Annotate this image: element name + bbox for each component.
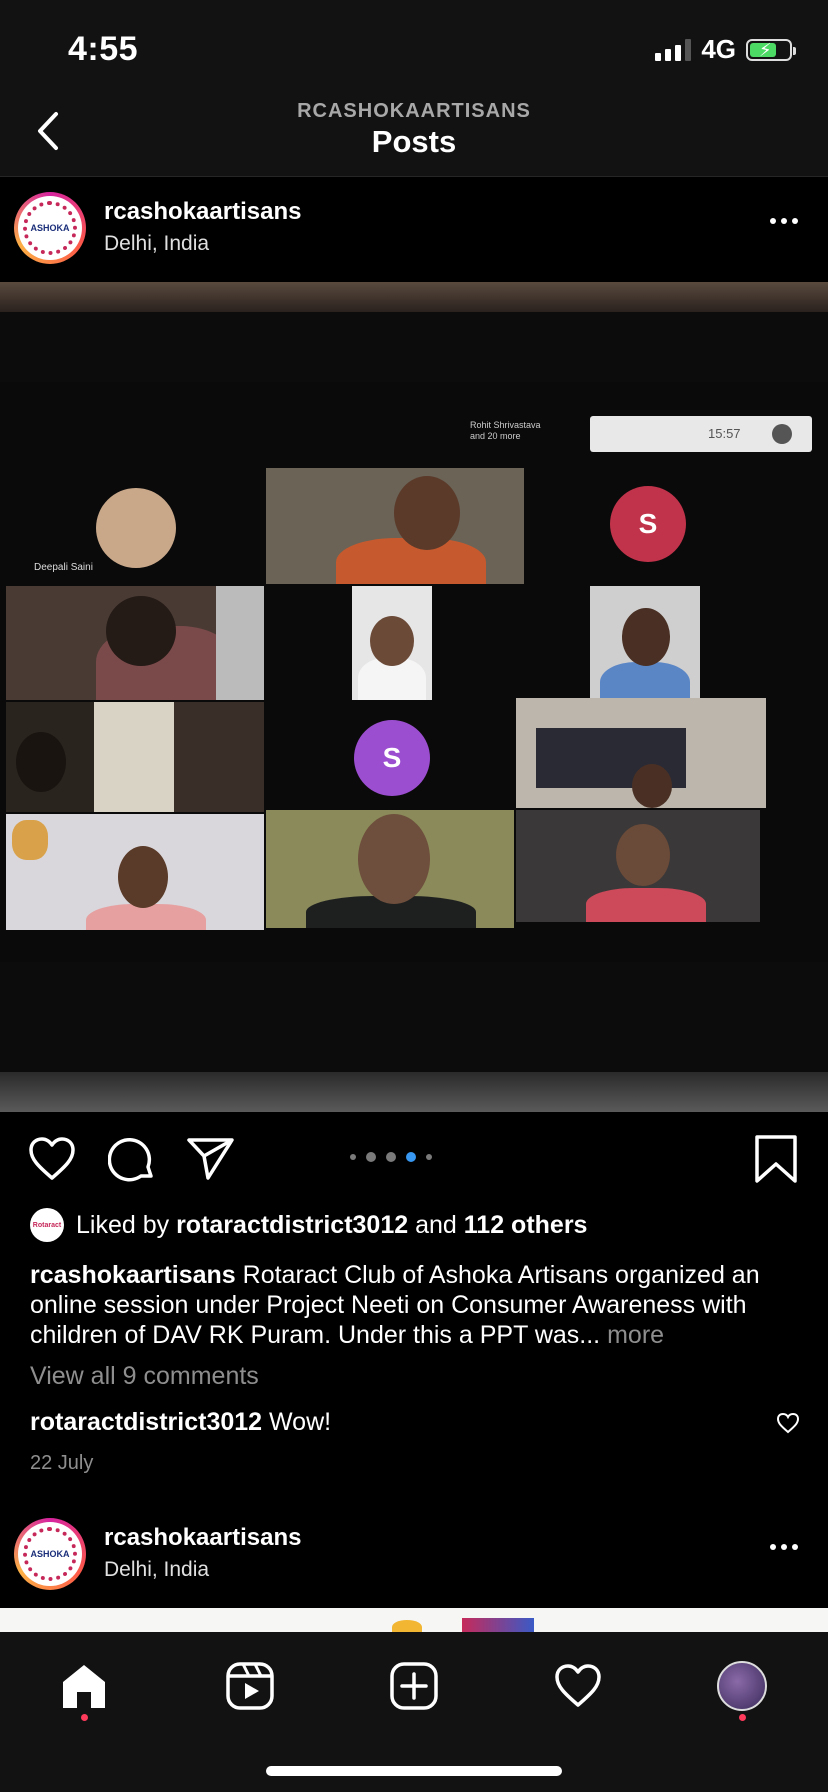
tab-new-post[interactable] (384, 1656, 444, 1716)
status-time: 4:55 (68, 30, 139, 68)
video-call-screen: Rohit Shrivastava and 20 more 15:57 Deep… (0, 382, 828, 962)
post-location[interactable]: Delhi, India (104, 1558, 209, 1582)
caption-user[interactable]: rcashokaartisans (30, 1261, 236, 1289)
carousel-dot (366, 1152, 376, 1162)
avatar-logo-text: ASHOKA (30, 223, 70, 233)
next-post-header: ASHOKA rcashokaartisans Delhi, India (0, 1502, 828, 1608)
network-label: 4G (701, 34, 736, 64)
carousel-dot (386, 1152, 396, 1162)
carousel-dot (350, 1154, 356, 1160)
post-username[interactable]: rcashokaartisans (104, 198, 301, 226)
post-photo[interactable]: Rohit Shrivastava and 20 more 15:57 Deep… (0, 282, 828, 1112)
likes-others[interactable]: 112 others (464, 1211, 588, 1239)
signal-icon (655, 38, 692, 61)
bookmark-icon[interactable] (754, 1134, 798, 1184)
new-post-icon (390, 1662, 438, 1710)
liker-avatar-text: Rotaract (32, 1221, 62, 1229)
top-comment: rotaractdistrict3012 Wow! (30, 1408, 800, 1437)
tab-home[interactable] (54, 1656, 114, 1716)
participants-label-2: and 20 more (470, 431, 521, 441)
avatar[interactable]: ASHOKA (14, 192, 86, 264)
tab-activity[interactable] (548, 1656, 608, 1716)
post-location[interactable]: Delhi, India (104, 232, 209, 256)
status-indicators: 4G ⚡ (655, 34, 796, 65)
more-options-icon[interactable] (770, 218, 798, 224)
share-icon[interactable] (186, 1136, 236, 1182)
profile-avatar (717, 1661, 767, 1711)
carousel-indicator (350, 1152, 432, 1162)
comment-icon[interactable] (108, 1136, 156, 1184)
view-comments-link[interactable]: View all 9 comments (30, 1362, 259, 1391)
nav-header: RCASHOKAARTISANS Posts (0, 100, 828, 177)
likes-user[interactable]: rotaractdistrict3012 (176, 1211, 408, 1239)
caption-more-link[interactable]: more (607, 1321, 664, 1349)
home-indicator (266, 1766, 562, 1776)
comment-like-heart-icon[interactable] (776, 1412, 800, 1434)
liker-avatar[interactable]: Rotaract (30, 1208, 64, 1242)
avatar-logo-text: ASHOKA (30, 1549, 70, 1559)
post-caption: rcashokaartisans Rotaract Club of Ashoka… (30, 1260, 800, 1350)
header-subtitle: RCASHOKAARTISANS (297, 100, 531, 122)
avatar[interactable]: ASHOKA (14, 1518, 86, 1590)
participant-initial: S (354, 720, 430, 796)
home-notification-dot (81, 1714, 88, 1721)
likes-row[interactable]: Rotaract Liked by rotaractdistrict3012 a… (30, 1208, 587, 1242)
home-icon (63, 1665, 105, 1708)
more-options-icon[interactable] (770, 1544, 798, 1550)
activity-heart-icon (555, 1664, 601, 1707)
tab-profile[interactable] (712, 1656, 772, 1716)
like-heart-icon[interactable] (28, 1136, 76, 1182)
post-username[interactable]: rcashokaartisans (104, 1524, 301, 1552)
carousel-dot (426, 1154, 432, 1160)
reels-icon (226, 1662, 274, 1710)
participant-caption: Deepali Saini (34, 562, 93, 573)
call-clock: 15:57 (708, 426, 741, 441)
tab-reels[interactable] (220, 1656, 280, 1716)
comment-text: Wow! (269, 1408, 332, 1436)
likes-joiner: and (415, 1210, 457, 1239)
comment-user[interactable]: rotaractdistrict3012 (30, 1408, 262, 1436)
page-title: Posts (371, 124, 457, 159)
post-date: 22 July (30, 1452, 94, 1474)
carousel-dot (406, 1152, 416, 1162)
status-bar: 4:55 4G ⚡ (0, 0, 828, 100)
next-post-photo[interactable] (0, 1608, 828, 1632)
participant-initial: S (610, 486, 686, 562)
post-actions (0, 1130, 828, 1190)
post-header: ASHOKA rcashokaartisans Delhi, India (0, 176, 828, 282)
likes-prefix: Liked by (76, 1210, 170, 1239)
profile-notification-dot (739, 1714, 746, 1721)
participants-label-1: Rohit Shrivastava (470, 420, 541, 430)
battery-icon: ⚡ (746, 38, 796, 61)
